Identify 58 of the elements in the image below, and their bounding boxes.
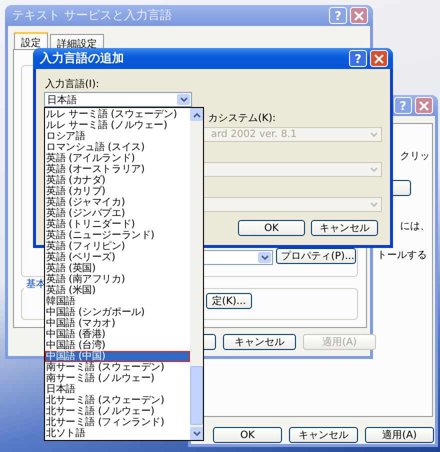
list-item[interactable]: 英語 (カリブ): [45, 186, 190, 197]
caret-down-icon: [370, 166, 378, 172]
label-text: クリッ: [400, 150, 430, 163]
list-item[interactable]: 日本語: [45, 384, 190, 395]
help-button[interactable]: ?: [349, 50, 367, 67]
list-item[interactable]: 中国語 (香港): [45, 329, 190, 340]
list-item[interactable]: 中国語 (マカオ): [45, 318, 190, 329]
properties-button[interactable]: プロパティ(P)...: [276, 248, 356, 264]
window-title: 入力言語の追加: [40, 50, 125, 67]
list-item[interactable]: ルレ サーミ語 (スウェーデン): [45, 109, 190, 120]
field-label: カシステム(K):: [208, 112, 276, 125]
list-item[interactable]: 北サーミ語 (フィンランド): [45, 417, 190, 428]
language-dropdown[interactable]: 日本語: [44, 92, 192, 107]
list-item[interactable]: 英語 (ジャマイカ): [45, 197, 190, 208]
caret-down-icon: [180, 96, 188, 102]
caret-down-icon: [260, 254, 268, 260]
dialog-button[interactable]: キャンセル: [223, 334, 296, 350]
list-item[interactable]: 中国語 (シンガポール): [45, 307, 190, 318]
dialog-button[interactable]: キャンセル: [311, 220, 378, 236]
scrollbar[interactable]: [190, 108, 203, 440]
list-item[interactable]: 英語 (トリニダード): [45, 219, 190, 230]
label-text: トールする: [377, 249, 427, 262]
caret-down-icon: [370, 132, 378, 138]
list-item[interactable]: 南サーミ語 (ノルウェー): [45, 373, 190, 384]
list-item[interactable]: 南サーミ語 (スウェーデン): [45, 362, 190, 373]
list-item[interactable]: 英語 (ニュージーランド): [45, 230, 190, 241]
list-item[interactable]: 英語 (南アフリカ): [45, 274, 190, 285]
list-item[interactable]: 英語 (フィリピン): [45, 241, 190, 252]
list-item[interactable]: 英語 (カナダ): [45, 175, 190, 186]
dialog-button[interactable]: 適用(A): [365, 427, 434, 443]
dialog-button[interactable]: キャンセル: [289, 427, 358, 443]
list-item[interactable]: 韓国語: [45, 296, 190, 307]
scroll-up-icon[interactable]: [190, 108, 203, 121]
list-item[interactable]: 英語 (米国): [45, 285, 190, 296]
scroll-down-icon[interactable]: [190, 427, 203, 440]
close-icon: [354, 10, 364, 20]
close-button[interactable]: [370, 50, 388, 67]
field-label: 入力言語(I):: [45, 78, 100, 91]
close-icon: [374, 54, 384, 64]
caret-down-icon: [370, 202, 378, 208]
scroll-thumb[interactable]: [190, 366, 203, 425]
list-item[interactable]: 英語 (英国): [45, 263, 190, 274]
close-icon: [419, 100, 429, 110]
list-item[interactable]: 中国語 (中国): [45, 351, 190, 362]
list-item[interactable]: 北ソト語: [45, 428, 190, 439]
list-item[interactable]: 英語 (ベリーズ): [45, 252, 190, 263]
list-item[interactable]: 北サーミ語 (スウェーデン): [45, 395, 190, 406]
window-title: テキスト サービスと入力言語: [12, 7, 173, 24]
list-item[interactable]: ロマンシュ語 (スイス): [45, 142, 190, 153]
dialog-button[interactable]: OK: [238, 220, 305, 236]
list-item[interactable]: 英語 (アイルランド): [45, 153, 190, 164]
list-item[interactable]: 英語 (オーストラリア): [45, 164, 190, 175]
list-item[interactable]: 英語 (ジンバブエ): [45, 208, 190, 219]
dialog-button[interactable]: OK: [213, 427, 282, 443]
label-text: には、: [400, 220, 430, 233]
list-item[interactable]: 北サーミ語 (ノルウェー): [45, 406, 190, 417]
key-settings-button[interactable]: 定(K)...: [206, 293, 252, 309]
list-item[interactable]: 中国語 (台湾): [45, 340, 190, 351]
